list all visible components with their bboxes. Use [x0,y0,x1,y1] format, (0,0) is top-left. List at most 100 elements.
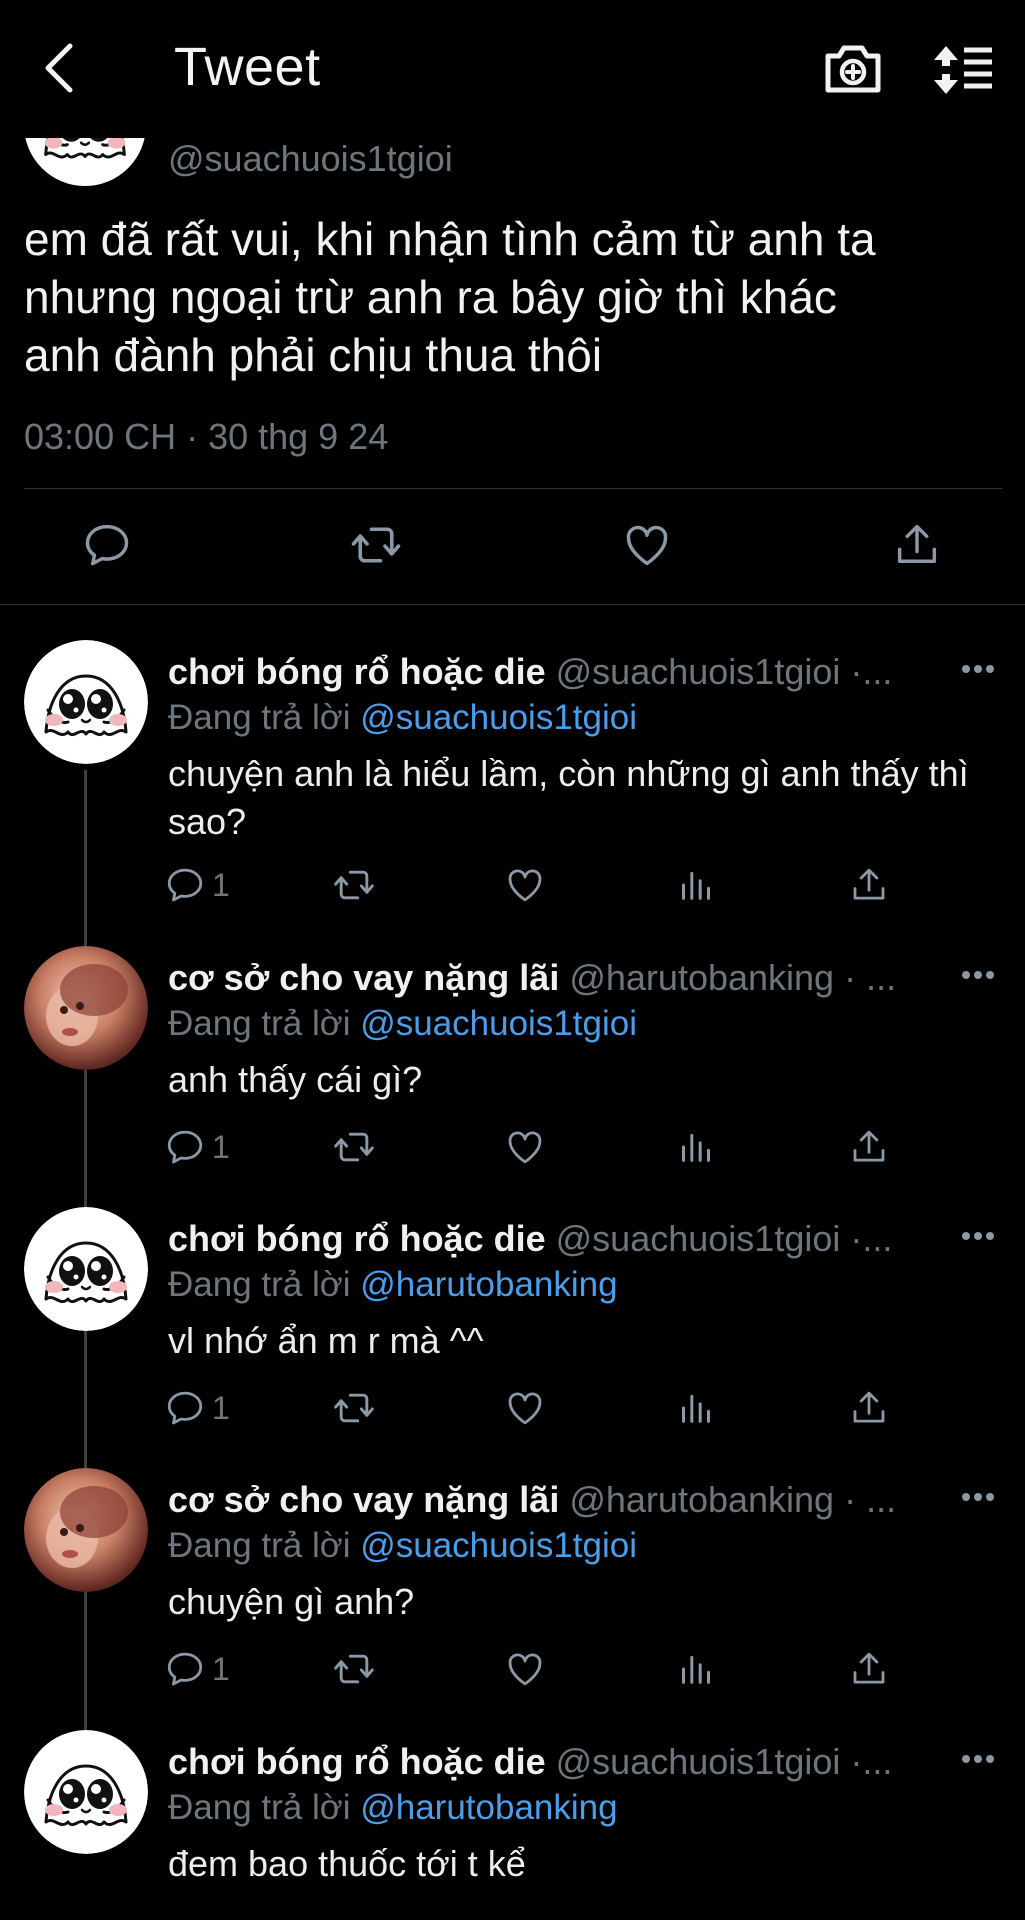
share-button[interactable] [882,510,952,580]
retweet-button[interactable] [332,1644,376,1694]
views-button[interactable] [676,1122,716,1172]
replying-to: Đang trả lời @suachuois1tgioi [168,1524,637,1568]
more-icon [962,1493,994,1501]
reply-text: đem bao thuốc tới t kể [168,1843,526,1884]
reply-action-bar: 1 [160,860,920,910]
more-button[interactable] [954,960,1002,990]
reply-button[interactable]: 1 [164,860,230,910]
reply-action-bar: 1 [160,1383,920,1433]
sort-button[interactable] [932,42,996,98]
like-button[interactable] [612,510,682,580]
more-button[interactable] [954,654,1002,684]
author-handle[interactable]: @suachuois1tgioi ·... [556,651,893,692]
replying-handle-link[interactable]: @suachuois1tgioi [360,1004,637,1043]
views-button[interactable] [676,1644,716,1694]
chevron-left-icon [45,43,73,93]
share-button[interactable] [848,860,890,910]
share-button[interactable] [848,1122,890,1172]
retweet-icon [332,1647,376,1691]
reply-tweet[interactable]: chơi bóng rổ hoặc die @suachuois1tgioi ·… [0,1207,1025,1426]
more-button[interactable] [954,1482,1002,1512]
views-button[interactable] [676,1383,716,1433]
page-title: Tweet [174,37,321,97]
retweet-icon [332,1386,376,1430]
like-button[interactable] [504,1383,546,1433]
reply-button[interactable]: 1 [164,1644,230,1694]
avatar[interactable] [24,946,148,1070]
author-name[interactable]: cơ sở cho vay nặng lãi [168,957,559,998]
heart-icon [504,864,546,906]
share-button[interactable] [848,1644,890,1694]
retweet-button[interactable] [332,1122,376,1172]
retweet-icon [349,518,403,572]
replying-label: Đang trả lời [168,1265,351,1304]
replying-to: Đang trả lời @suachuois1tgioi [168,696,637,740]
replying-handle-link[interactable]: @harutobanking [360,1788,617,1827]
reply-count: 1 [212,1128,230,1165]
main-tweet-line: em đã rất vui, khi nhận tình cảm từ anh … [24,213,876,265]
author-name[interactable]: cơ sở cho vay nặng lãi [168,1479,559,1520]
heart-icon [504,1387,546,1429]
author-handle[interactable]: @harutobanking · ... [569,957,896,998]
replying-to: Đang trả lời @harutobanking [168,1786,618,1830]
share-button[interactable] [848,1383,890,1433]
replying-handle-link[interactable]: @suachuois1tgioi [360,1526,637,1565]
replying-label: Đang trả lời [168,1788,351,1827]
share-icon [848,1126,890,1168]
retweet-button[interactable] [341,510,411,580]
comment-icon [81,519,133,571]
reply-button[interactable]: 1 [164,1122,230,1172]
author-handle[interactable]: @harutobanking · ... [569,1479,896,1520]
author-name[interactable]: chơi bóng rổ hoặc die [168,1741,546,1782]
like-button[interactable] [504,1122,546,1172]
reply-action-bar: 1 [160,1122,920,1172]
comment-icon [164,1126,206,1168]
reply-text: chuyện anh là hiểu lầm, còn những gì anh… [168,753,969,842]
main-tweet-line: anh đành phải chịu thua thôi [24,329,603,381]
replying-handle-link[interactable]: @suachuois1tgioi [360,698,637,737]
replying-label: Đang trả lời [168,1526,351,1565]
main-handle[interactable]: @suachuois1tgioi [168,138,453,180]
camera-button[interactable] [822,40,884,96]
analytics-icon [676,1388,716,1428]
reply-text: vl nhớ ẩn m r mà ^^ [168,1320,484,1361]
top-bar: Tweet [0,0,1025,130]
author-name[interactable]: chơi bóng rổ hoặc die [168,1218,546,1259]
reply-tweet[interactable]: cơ sở cho vay nặng lãi @harutobanking · … [0,1468,1025,1687]
like-button[interactable] [504,860,546,910]
comment-icon [164,1648,206,1690]
reply-button[interactable]: 1 [164,1383,230,1433]
divider [24,488,1002,489]
avatar[interactable] [24,1468,148,1592]
more-button[interactable] [954,1744,1002,1774]
heart-icon [504,1648,546,1690]
share-icon [848,1648,890,1690]
retweet-icon [332,863,376,907]
reply-button[interactable] [72,510,142,580]
reply-tweet[interactable]: cơ sở cho vay nặng lãi @harutobanking · … [0,946,1025,1165]
retweet-button[interactable] [332,860,376,910]
author-handle[interactable]: @suachuois1tgioi ·... [556,1741,893,1782]
reply-tweet[interactable]: chơi bóng rổ hoặc die @suachuois1tgioi ·… [0,1730,1025,1910]
back-button[interactable] [30,38,86,98]
sort-icon [934,46,992,94]
replying-handle-link[interactable]: @harutobanking [360,1265,617,1304]
avatar[interactable] [24,1730,148,1854]
avatar[interactable] [24,1207,148,1331]
retweet-button[interactable] [332,1383,376,1433]
author-name[interactable]: chơi bóng rổ hoặc die [168,651,546,692]
reply-text: anh thấy cái gì? [168,1059,423,1100]
author-handle[interactable]: @suachuois1tgioi ·... [556,1218,893,1259]
more-icon [962,1232,994,1240]
tweet-timestamp[interactable]: 03:00 CH · 30 thg 9 24 [24,416,388,458]
share-icon [848,864,890,906]
avatar[interactable] [24,640,148,764]
reply-count: 1 [212,1650,230,1687]
analytics-icon [676,1649,716,1689]
reply-tweet[interactable]: chơi bóng rổ hoặc die @suachuois1tgioi ·… [0,640,1025,903]
views-button[interactable] [676,860,716,910]
replying-to: Đang trả lời @suachuois1tgioi [168,1002,637,1046]
more-button[interactable] [954,1221,1002,1251]
reply-action-bar: 1 [160,1644,920,1694]
like-button[interactable] [504,1644,546,1694]
